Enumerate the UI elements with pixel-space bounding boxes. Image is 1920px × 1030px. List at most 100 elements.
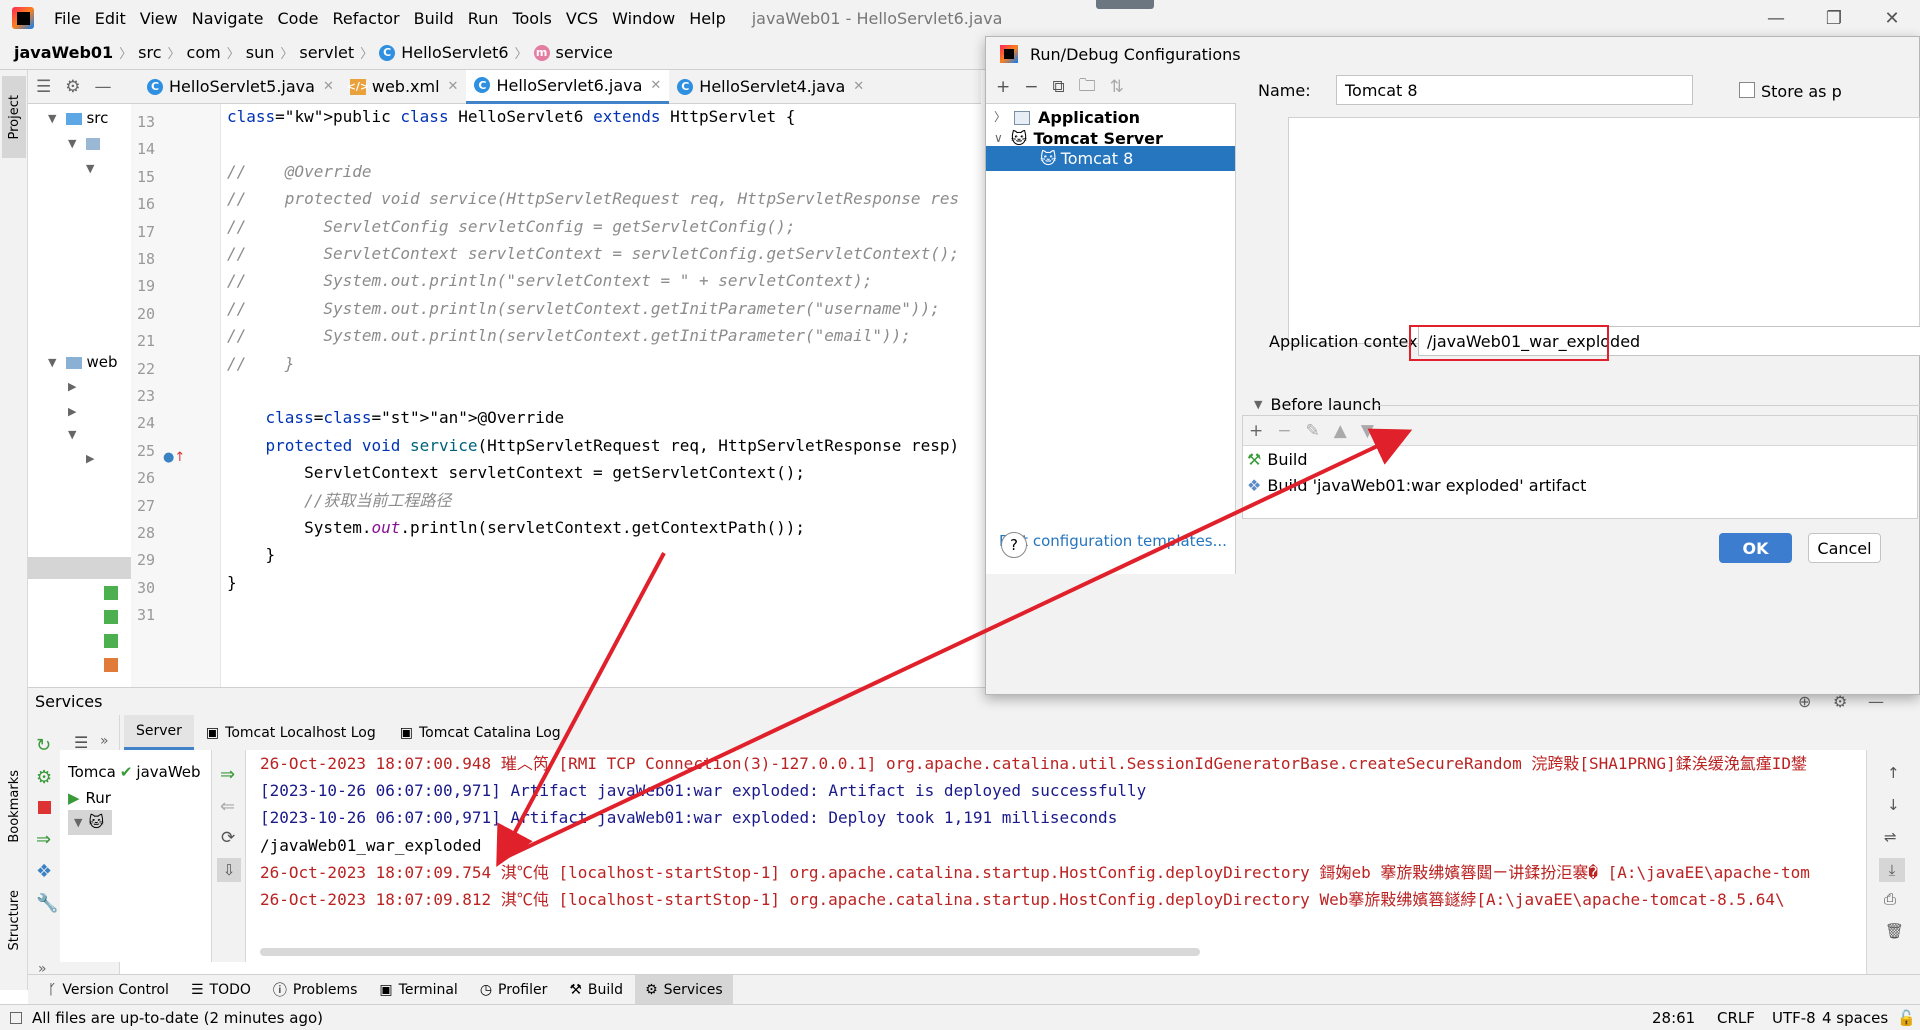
cancel-button[interactable]: Cancel: [1808, 533, 1881, 563]
code-editor[interactable]: class="kw">public class HelloServlet6 ex…: [221, 104, 981, 687]
tab-tomcat-catalina-log[interactable]: ▣ Tomcat Catalina Log: [388, 715, 573, 750]
crumb-project[interactable]: javaWeb01: [14, 43, 113, 62]
tab-helloservlet4[interactable]: C HelloServlet4.java ✕: [669, 70, 872, 104]
close-window-button[interactable]: ✕: [1864, 0, 1920, 36]
crumb-class[interactable]: C HelloServlet6: [379, 43, 509, 62]
menu-run[interactable]: Run: [468, 9, 499, 28]
update-icon[interactable]: ⇩: [217, 858, 241, 882]
crumb-servlet[interactable]: servlet: [299, 43, 354, 62]
menu-view[interactable]: View: [140, 9, 178, 28]
menu-refactor[interactable]: Refactor: [332, 9, 399, 28]
file-encoding[interactable]: UTF-8: [1772, 1009, 1816, 1027]
store-as-checkbox[interactable]: [1739, 82, 1755, 98]
tree-item-package[interactable]: ▼: [68, 131, 101, 156]
close-icon[interactable]: ✕: [448, 79, 459, 94]
crumb-src[interactable]: src: [138, 43, 161, 62]
horizontal-scrollbar[interactable]: [260, 948, 1200, 956]
close-icon[interactable]: ✕: [853, 79, 864, 94]
lock-icon[interactable]: 🔓: [1897, 1009, 1916, 1027]
scroll-down-icon[interactable]: ↓: [1887, 796, 1900, 814]
tree-item-tomcat8[interactable]: 🐱 Tomcat 8: [986, 146, 1235, 171]
remove-icon[interactable]: −: [1277, 421, 1291, 441]
menu-tools[interactable]: Tools: [512, 9, 551, 28]
tree-item-child1[interactable]: ▶: [68, 374, 76, 399]
copy-icon[interactable]: ⧉: [1053, 77, 1065, 97]
group-icon[interactable]: ❖: [36, 861, 52, 882]
tree-item-child4[interactable]: ▶: [86, 446, 94, 471]
tool-todo[interactable]: ☰ TODO: [181, 975, 261, 1005]
wrench-icon[interactable]: 🔧: [36, 893, 58, 914]
move-up-icon[interactable]: ▲: [1334, 421, 1347, 441]
remove-icon[interactable]: −: [1024, 77, 1038, 97]
print-icon[interactable]: ⎙: [1884, 890, 1896, 908]
before-launch-build[interactable]: ⚒ Build: [1243, 446, 1917, 472]
structure-tool-button[interactable]: Structure: [2, 870, 26, 970]
scroll-to-end-icon[interactable]: ⤓: [1879, 858, 1905, 882]
tree-item-child2[interactable]: ▶: [68, 399, 76, 424]
menu-window[interactable]: Window: [612, 9, 675, 28]
deploy-arrow-icon[interactable]: ⇒: [220, 764, 235, 785]
tool-terminal[interactable]: ▣ Terminal: [369, 975, 467, 1005]
close-icon[interactable]: ✕: [323, 79, 334, 94]
line-separator[interactable]: CRLF: [1717, 1009, 1755, 1027]
menu-navigate[interactable]: Navigate: [192, 9, 264, 28]
tree-item-src[interactable]: ▼ src: [48, 106, 108, 131]
tree-item-web[interactable]: ▼ web: [48, 350, 118, 375]
tab-web-xml[interactable]: </> web.xml ✕: [342, 70, 467, 104]
menu-code[interactable]: Code: [278, 9, 319, 28]
server-log-output[interactable]: 26-Oct-2023 18:07:00.948 璀︿笍 [RMI TCP Co…: [246, 750, 1866, 962]
close-icon[interactable]: ✕: [650, 78, 661, 93]
tool-problems[interactable]: ⓘ Problems: [263, 975, 368, 1005]
crumb-method[interactable]: m service: [533, 43, 613, 62]
ok-button[interactable]: OK: [1719, 533, 1792, 563]
tool-profiler[interactable]: ◷ Profiler: [470, 975, 558, 1005]
crumb-sun[interactable]: sun: [246, 43, 275, 62]
tab-helloservlet6[interactable]: C HelloServlet6.java ✕: [466, 69, 670, 104]
gear-icon[interactable]: ⚙: [65, 77, 80, 97]
tree-item-subpackage[interactable]: ▼: [86, 156, 94, 181]
tab-server[interactable]: Server: [124, 715, 194, 750]
tree-item-tomcat-instance[interactable]: ▼ 🐱: [68, 810, 112, 835]
before-launch-header[interactable]: ▼ Before launch: [1254, 395, 1381, 414]
indent-setting[interactable]: 4 spaces: [1822, 1009, 1888, 1027]
undeploy-icon[interactable]: ⇐: [220, 796, 235, 817]
tool-version-control[interactable]: ᚴ Version Control: [38, 975, 179, 1005]
scroll-up-icon[interactable]: ↑: [1887, 764, 1900, 782]
menu-vcs[interactable]: VCS: [566, 9, 598, 28]
move-down-icon[interactable]: ▼: [1361, 421, 1374, 441]
tree-item-tomcat[interactable]: Tomca ✔ javaWeb: [68, 760, 201, 785]
bookmarks-tool-button[interactable]: Bookmarks: [2, 756, 26, 856]
deploy-icon[interactable]: ⚙: [36, 767, 52, 788]
redeploy-icon[interactable]: ⇒: [36, 829, 51, 850]
menu-build[interactable]: Build: [414, 9, 454, 28]
tool-services[interactable]: ⚙ Services: [635, 974, 733, 1005]
trash-icon[interactable]: 🗑: [1885, 922, 1904, 940]
help-button[interactable]: ?: [1001, 532, 1027, 558]
add-icon[interactable]: +: [1249, 421, 1263, 441]
tool-build[interactable]: ⚒ Build: [559, 975, 633, 1005]
override-method-icon[interactable]: ●↑: [163, 450, 185, 465]
before-launch-artifact[interactable]: ❖ Build 'javaWeb01:war exploded' artifact: [1243, 472, 1917, 498]
stop-icon[interactable]: [38, 801, 51, 814]
collapse-all-icon[interactable]: ☰: [36, 77, 51, 97]
edit-icon[interactable]: ✎: [1306, 421, 1320, 441]
tab-tomcat-localhost-log[interactable]: ▣ Tomcat Localhost Log: [194, 715, 388, 750]
menu-help[interactable]: Help: [689, 9, 725, 28]
tab-helloservlet5[interactable]: C HelloServlet5.java ✕: [139, 70, 342, 104]
menu-edit[interactable]: Edit: [95, 9, 126, 28]
tree-item-child3[interactable]: ▼: [68, 422, 76, 447]
name-input[interactable]: Tomcat 8: [1336, 75, 1693, 105]
add-icon[interactable]: +: [996, 77, 1010, 97]
refresh-icon[interactable]: ⟳: [221, 828, 235, 848]
menu-file[interactable]: File: [54, 9, 81, 28]
caret-position[interactable]: 28:61: [1652, 1009, 1695, 1027]
refresh-icon[interactable]: ↻: [36, 735, 51, 756]
tree-item-run[interactable]: ▶ Rur: [68, 786, 111, 811]
sort-icon[interactable]: ⇅: [1110, 77, 1124, 97]
soft-wrap-icon[interactable]: ⇌: [1884, 828, 1897, 846]
hide-icon[interactable]: —: [95, 77, 112, 97]
project-tool-button[interactable]: Project: [2, 76, 26, 158]
minimize-button[interactable]: —: [1748, 0, 1804, 36]
crumb-com[interactable]: com: [187, 43, 221, 62]
folder-icon[interactable]: 🗀: [1079, 73, 1096, 102]
